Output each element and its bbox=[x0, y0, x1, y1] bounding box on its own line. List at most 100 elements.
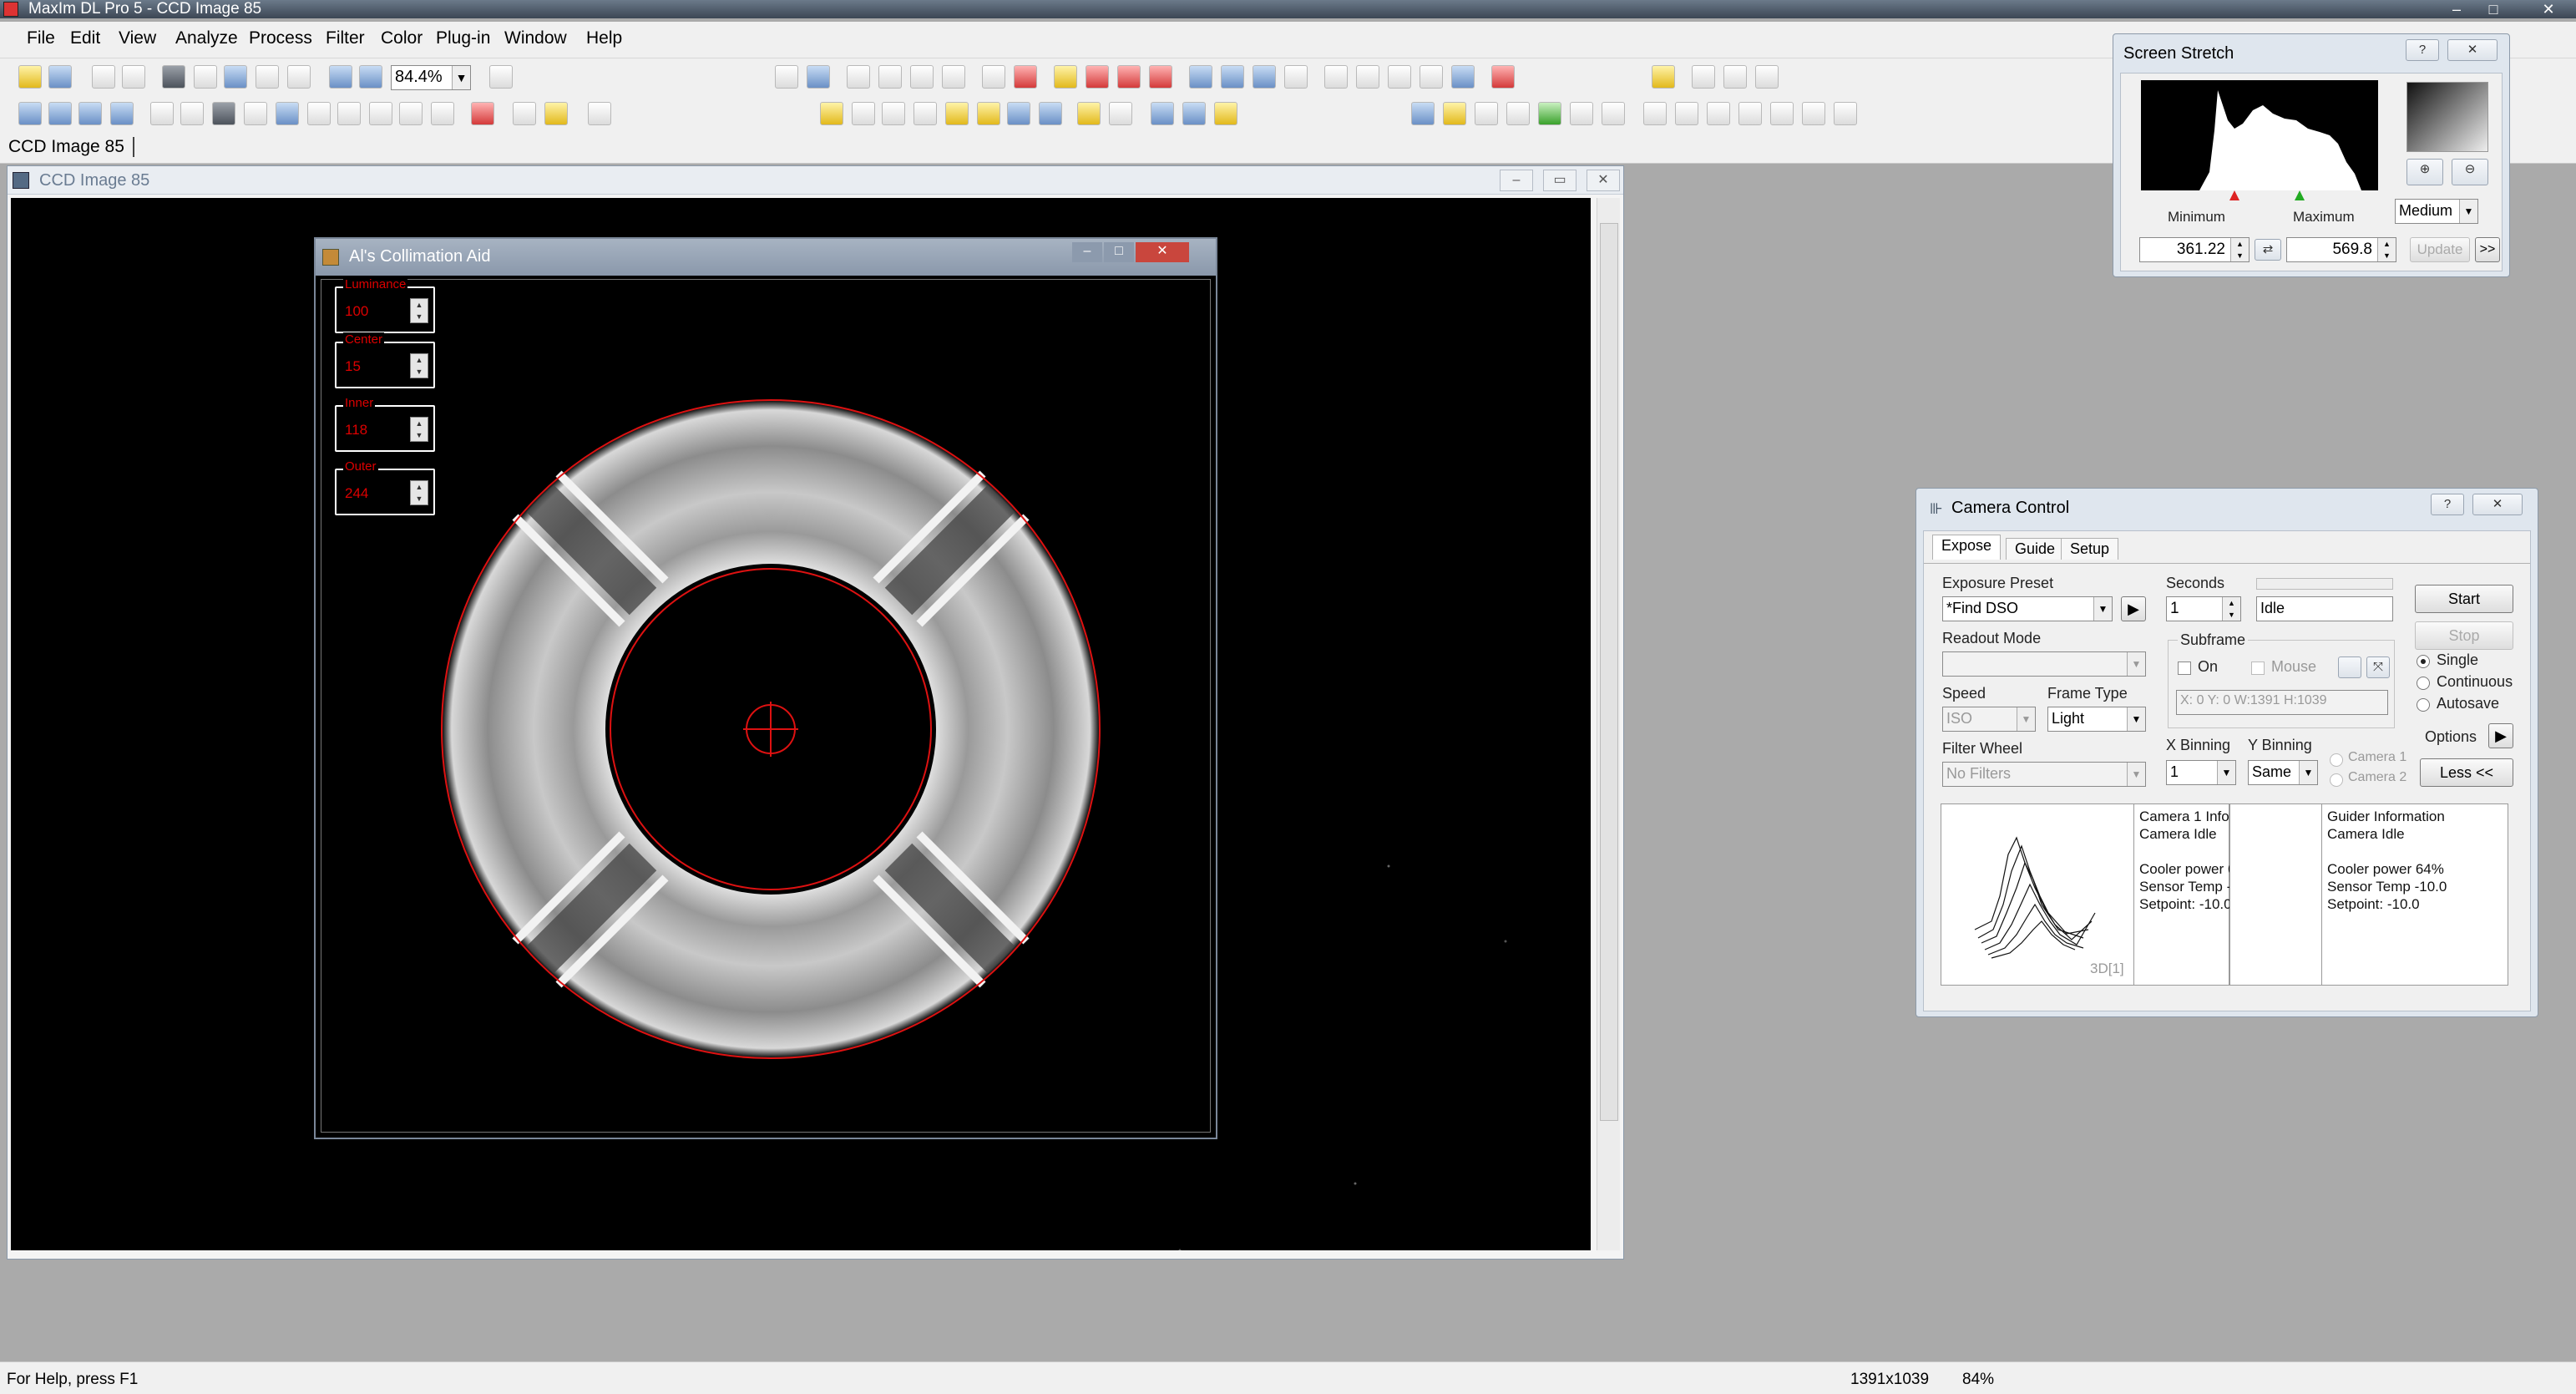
camera2-radio[interactable] bbox=[2330, 773, 2343, 787]
minimum-marker[interactable] bbox=[2229, 190, 2239, 200]
readout-mode-combo[interactable]: ▼ bbox=[1942, 651, 2146, 677]
help-icon[interactable]: ? bbox=[2406, 39, 2439, 61]
autosave-radio[interactable] bbox=[2417, 698, 2430, 712]
toolbar2-icon-7[interactable] bbox=[431, 102, 454, 125]
toolbar2-icon-28[interactable] bbox=[1675, 102, 1698, 125]
toolbar-icon-13[interactable] bbox=[1221, 65, 1244, 89]
toolbar2-icon-16[interactable] bbox=[1077, 102, 1101, 125]
center-value[interactable]: 15 bbox=[345, 358, 361, 375]
toolbar-icon-12[interactable] bbox=[1189, 65, 1212, 89]
image-view-icon[interactable] bbox=[162, 65, 185, 89]
toolbar-icon-24[interactable] bbox=[1723, 65, 1747, 89]
toolbar-icon-11[interactable] bbox=[1149, 65, 1172, 89]
tab-expose[interactable]: Expose bbox=[1932, 535, 2002, 560]
context-help-icon[interactable] bbox=[489, 65, 513, 89]
undo-icon[interactable] bbox=[92, 65, 115, 89]
tab-ccd-image[interactable]: CCD Image 85 bbox=[8, 137, 134, 157]
toolbar2-icon-31[interactable] bbox=[1770, 102, 1794, 125]
redo-icon[interactable] bbox=[122, 65, 145, 89]
toolbar2-icon-9[interactable] bbox=[544, 102, 568, 125]
child-restore-icon[interactable]: ▭ bbox=[1543, 170, 1576, 191]
minimum-spinner[interactable]: ▲ ▼ bbox=[2230, 238, 2249, 261]
toolbar2-icon-24[interactable] bbox=[1506, 102, 1530, 125]
toolbar2-icon-17[interactable] bbox=[1109, 102, 1132, 125]
center-spinner[interactable]: ▲ ▼ bbox=[410, 353, 428, 378]
toolbar2-icon-14[interactable] bbox=[945, 102, 969, 125]
toolbar-icon-14[interactable] bbox=[1253, 65, 1276, 89]
exposure-preset-combo[interactable]: *Find DSO ▼ bbox=[1942, 596, 2113, 621]
zoom-in-icon[interactable] bbox=[329, 65, 352, 89]
play-icon[interactable] bbox=[1538, 102, 1561, 125]
speed-combo[interactable]: ISO ▼ bbox=[1942, 707, 2036, 732]
toolbar-icon-25[interactable] bbox=[1755, 65, 1779, 89]
toolbar2-icon-26[interactable] bbox=[1602, 102, 1625, 125]
histogram[interactable] bbox=[2141, 80, 2378, 190]
toolbar-icon-10[interactable] bbox=[1117, 65, 1141, 89]
close-icon[interactable]: ✕ bbox=[2447, 39, 2498, 61]
chevron-down-icon[interactable]: ▼ bbox=[2127, 763, 2145, 786]
toolbar2-icon-6[interactable] bbox=[399, 102, 423, 125]
smiley-icon[interactable] bbox=[977, 102, 1000, 125]
crosshair-icon[interactable] bbox=[1014, 65, 1037, 89]
menu-view[interactable]: View bbox=[119, 28, 156, 48]
vertical-scrollbar[interactable] bbox=[1597, 198, 1620, 1250]
toolbar-icon-2[interactable] bbox=[807, 65, 830, 89]
toolbar-icon-20[interactable] bbox=[1451, 65, 1475, 89]
toolbar2-icon-13[interactable] bbox=[913, 102, 937, 125]
toolbar2-icon-22[interactable] bbox=[1443, 102, 1466, 125]
maximum-input[interactable]: 569.8 ▲ ▼ bbox=[2286, 237, 2396, 262]
outer-value[interactable]: 244 bbox=[345, 485, 368, 502]
menu-plugin[interactable]: Plug-in bbox=[436, 28, 490, 48]
toolbar-icon-19[interactable] bbox=[1420, 65, 1443, 89]
toolbar2-icon-3[interactable] bbox=[276, 102, 299, 125]
collimation-minimize-icon[interactable]: – bbox=[1072, 242, 1102, 262]
filter-wheel-combo[interactable]: No Filters ▼ bbox=[1942, 762, 2146, 787]
screen-stretch-icon[interactable] bbox=[194, 65, 217, 89]
child-minimize-icon[interactable]: – bbox=[1500, 170, 1533, 191]
toolbar2-icon-11[interactable] bbox=[852, 102, 875, 125]
zoom-icon[interactable] bbox=[18, 102, 42, 125]
chevron-down-icon[interactable]: ▼ bbox=[452, 66, 470, 89]
graph-icon[interactable] bbox=[369, 102, 392, 125]
close-icon[interactable]: ✕ bbox=[2530, 0, 2567, 18]
toolbar2-icon-30[interactable] bbox=[1738, 102, 1762, 125]
toolbar-icon-21[interactable] bbox=[1491, 65, 1515, 89]
toolbar-icon-9[interactable] bbox=[1086, 65, 1109, 89]
zoom-in-icon[interactable]: ⊕ bbox=[2406, 159, 2443, 185]
menu-filter[interactable]: Filter bbox=[326, 28, 365, 48]
maximize-icon[interactable]: □ bbox=[2475, 0, 2512, 18]
toolbar-icon-22[interactable] bbox=[1652, 65, 1675, 89]
toolbar2-icon-32[interactable] bbox=[1802, 102, 1825, 125]
subframe-on-checkbox[interactable] bbox=[2178, 662, 2191, 675]
toolbar-icon-1[interactable] bbox=[775, 65, 798, 89]
save-icon[interactable] bbox=[48, 65, 72, 89]
chevron-down-icon[interactable]: ▼ bbox=[2093, 597, 2112, 621]
child-close-icon[interactable]: ✕ bbox=[1587, 170, 1620, 191]
toolbar2-icon-23[interactable] bbox=[1475, 102, 1498, 125]
hand-icon[interactable] bbox=[180, 102, 204, 125]
menu-process[interactable]: Process bbox=[249, 28, 312, 48]
toolbar2-icon-27[interactable] bbox=[1643, 102, 1667, 125]
scrollbar-thumb[interactable] bbox=[1600, 223, 1618, 1121]
collimation-maximize-icon[interactable]: □ bbox=[1104, 242, 1134, 262]
toolbar2-icon-15[interactable] bbox=[1039, 102, 1062, 125]
toolbar2-icon-21[interactable] bbox=[1411, 102, 1435, 125]
help-icon[interactable]: ? bbox=[2431, 494, 2464, 515]
toolbar2-icon-2[interactable] bbox=[244, 102, 267, 125]
toolbar2-icon-33[interactable] bbox=[1834, 102, 1857, 125]
toolbar-icon-6[interactable] bbox=[942, 65, 965, 89]
toolbar2-icon-29[interactable] bbox=[1707, 102, 1730, 125]
toolbar-icon-5[interactable] bbox=[910, 65, 934, 89]
zoom-in-icon-2[interactable] bbox=[48, 102, 72, 125]
chevron-down-icon[interactable]: ▼ bbox=[2459, 200, 2477, 223]
tab-guide[interactable]: Guide bbox=[2006, 538, 2065, 560]
toolbar-icon-8[interactable] bbox=[1054, 65, 1077, 89]
copy-icon[interactable] bbox=[256, 65, 279, 89]
luminance-value[interactable]: 100 bbox=[345, 303, 368, 320]
stop-button[interactable]: Stop bbox=[2415, 621, 2513, 650]
stretch-markers[interactable] bbox=[2141, 190, 2378, 202]
toolbar2-icon-25[interactable] bbox=[1570, 102, 1593, 125]
single-radio[interactable] bbox=[2417, 655, 2430, 668]
star-icon[interactable] bbox=[820, 102, 843, 125]
toolbar-icon-17[interactable] bbox=[1356, 65, 1379, 89]
